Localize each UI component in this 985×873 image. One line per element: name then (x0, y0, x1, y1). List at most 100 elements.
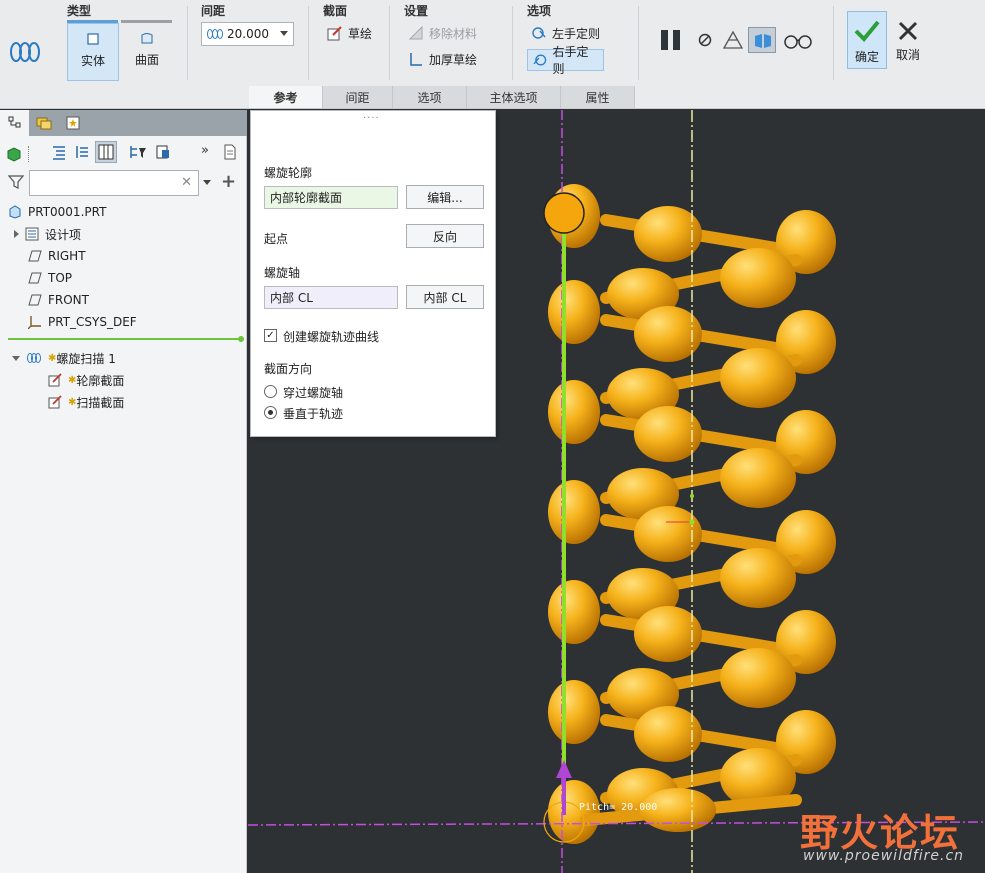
add-filter-icon[interactable]: + (221, 171, 236, 192)
flip-button[interactable]: 反向 (406, 224, 484, 248)
solid-button[interactable]: 实体 (67, 23, 119, 81)
tree-filters-button[interactable] (128, 142, 148, 162)
tab-properties[interactable]: 属性 (561, 86, 635, 108)
expand-tree-button[interactable] (72, 142, 92, 162)
preview-geometry-icon[interactable] (722, 30, 744, 50)
tab-folder-browser[interactable] (29, 110, 58, 136)
left-hand-button[interactable]: 左手定则 (527, 22, 604, 44)
insert-here-indicator[interactable] (8, 336, 244, 342)
separator (308, 6, 309, 80)
edit-button[interactable]: 编辑... (406, 185, 484, 209)
separator (833, 6, 834, 80)
close-icon (898, 21, 918, 41)
tab-favorites[interactable] (58, 110, 87, 136)
cancel-button[interactable]: 取消 (890, 11, 926, 69)
thicken-label: 加厚草绘 (429, 52, 478, 67)
tree-item-sweep-section[interactable]: ✱ 扫描截面 (48, 391, 124, 413)
sweep-lobe (720, 448, 796, 508)
design-items-icon (25, 227, 39, 241)
tab-label: 属性 (585, 90, 610, 105)
flip-button-label: 反向 (432, 229, 457, 244)
sweep-lobe (548, 380, 600, 444)
filter-icon[interactable] (8, 174, 24, 190)
settings-button[interactable] (153, 142, 173, 162)
edit-button-label: 编辑... (427, 190, 463, 205)
create-curve-label: 创建螺旋轨迹曲线 (283, 330, 380, 344)
remove-material-button[interactable]: 移除材料 (404, 22, 481, 44)
pitch-annotation[interactable]: Pitch= 20.000 (579, 802, 657, 813)
collapse-arrow-icon[interactable] (12, 355, 20, 361)
more-chevrons-icon[interactable]: » (201, 143, 209, 158)
clear-icon[interactable]: ✕ (181, 175, 192, 190)
radio-normal-to-trajectory[interactable] (264, 406, 277, 419)
solid-icon (87, 33, 99, 45)
remove-material-icon (408, 25, 423, 40)
radio-through-axis[interactable] (264, 385, 277, 398)
sweep-lobe (548, 280, 600, 344)
tab-pitch[interactable]: 间距 (323, 86, 393, 108)
verify-mode-button[interactable] (748, 27, 776, 53)
tree-columns-button[interactable] (95, 141, 117, 163)
sketch-button[interactable]: 草绘 (323, 22, 376, 44)
thicken-button[interactable]: 加厚草绘 (404, 48, 481, 70)
group-settings-title: 设置 (404, 4, 429, 18)
tree-item-profile-section[interactable]: ✱ 轮廓截面 (48, 369, 124, 391)
tree-item-csys[interactable]: PRT_CSYS_DEF (28, 311, 137, 333)
pause-icon[interactable] (658, 28, 684, 52)
surface-label: 曲面 (134, 53, 159, 67)
right-hand-label: 右手定则 (552, 45, 589, 76)
references-panel: ···· 螺旋轮廓 内部轮廓截面 编辑... 起点 反向 螺旋轴 内部 CL 内… (250, 110, 496, 437)
radio-normal-to-trajectory-label: 垂直于轨迹 (283, 407, 344, 421)
helix-profile-collector[interactable]: 内部轮廓截面 (264, 186, 398, 209)
pitch-icon (207, 29, 223, 39)
csys-icon (28, 316, 41, 329)
green-handle[interactable] (690, 494, 694, 498)
columns-icon (98, 144, 114, 160)
expand-arrow-icon[interactable] (14, 230, 19, 238)
group-type-title: 类型 (67, 4, 92, 18)
list-icon (53, 146, 65, 160)
right-hand-button[interactable]: 右手定则 (527, 45, 604, 76)
glasses-icon[interactable] (783, 32, 813, 50)
right-hand-icon (533, 54, 547, 66)
direction-arrow-icon[interactable] (556, 760, 572, 778)
ribbon: 类型 实体 曲面 间距 20.000 截面 草绘 设置 移除材料 加厚草绘 选项… (0, 0, 985, 109)
tree-item-helical-sweep[interactable]: ✱ 螺旋扫描 1 (12, 347, 116, 369)
tab-options[interactable]: 选项 (393, 86, 467, 108)
toolbar-divider (28, 146, 30, 162)
tab-references[interactable]: 参考 (249, 86, 323, 108)
pitch-dropdown[interactable]: 20.000 (201, 22, 294, 46)
pitch-value: 20.000 (227, 27, 269, 41)
surface-button[interactable]: 曲面 (121, 23, 173, 81)
tree-item-label: 设计项 (45, 227, 82, 242)
part-cube-icon[interactable] (6, 146, 22, 162)
tree-root[interactable]: PRT0001.PRT (8, 201, 106, 223)
show-list-button[interactable] (49, 142, 69, 162)
properties-button[interactable] (220, 142, 240, 162)
ok-button[interactable]: 确定 (847, 11, 887, 69)
stop-preview-icon[interactable] (697, 32, 713, 48)
thicken-icon (410, 53, 422, 66)
tree-item-design-items[interactable]: 设计项 (14, 223, 81, 245)
green-handle[interactable] (689, 519, 695, 525)
tree-item-label: PRT_CSYS_DEF (48, 315, 137, 329)
start-point-marker[interactable] (543, 192, 585, 234)
chevron-down-icon (280, 31, 288, 36)
asterisk-icon: ✱ (68, 374, 77, 386)
chevron-down-icon[interactable] (203, 180, 211, 185)
panel-grip[interactable]: ···· (363, 113, 380, 124)
tab-model-tree[interactable] (0, 110, 29, 136)
internal-cl-button[interactable]: 内部 CL (406, 285, 484, 309)
tree-search-input[interactable]: ✕ (29, 170, 199, 196)
solid-label: 实体 (80, 54, 105, 68)
tree-item-label: 螺旋扫描 1 (56, 351, 116, 366)
tree-item-top[interactable]: TOP (28, 267, 72, 289)
tab-body-options[interactable]: 主体选项 (467, 86, 561, 108)
create-curve-checkbox[interactable]: ✓ (264, 329, 277, 342)
tree-item-front[interactable]: FRONT (28, 289, 89, 311)
helix-axis-label: 螺旋轴 (264, 266, 301, 280)
tree-item-right[interactable]: RIGHT (28, 245, 86, 267)
dashboard-tabs: 参考 间距 选项 主体选项 属性 (249, 86, 941, 108)
helix-axis-collector[interactable]: 内部 CL (264, 286, 398, 309)
start-point-label: 起点 (264, 232, 289, 246)
